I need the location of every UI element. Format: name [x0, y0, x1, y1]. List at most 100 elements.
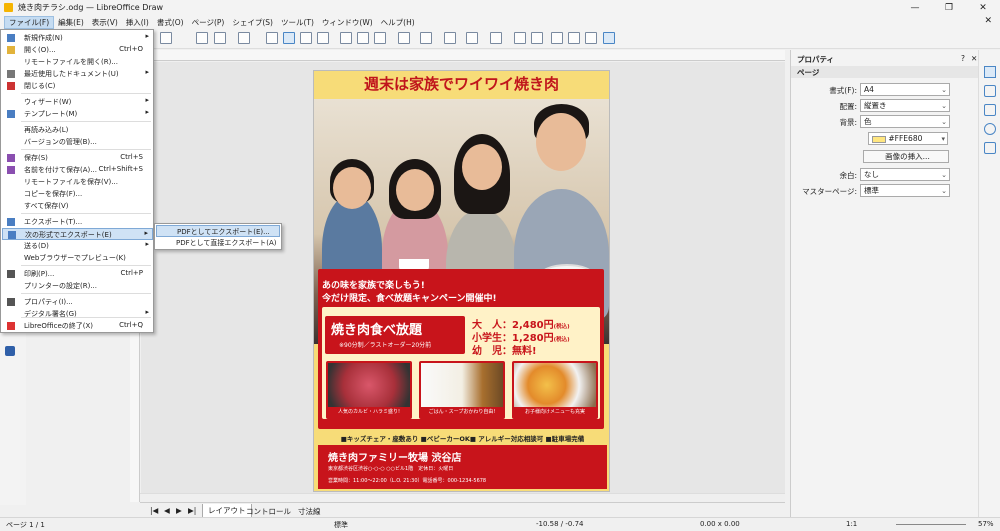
- zoom-icon[interactable]: [317, 32, 329, 44]
- menu-separator: [21, 265, 151, 266]
- paste-icon[interactable]: [160, 32, 172, 44]
- menu-window[interactable]: ウィンドウ(W): [318, 17, 377, 28]
- price-infant: 幼 児：無料!: [472, 346, 537, 357]
- insert-image-button[interactable]: 画像の挿入...: [863, 150, 949, 163]
- file-menu-item[interactable]: すべて保存(V): [2, 200, 153, 212]
- styles-tab-icon[interactable]: [984, 85, 996, 97]
- file-menu-item[interactable]: 名前を付けて保存(A)... Ctrl+Shift+S: [2, 164, 153, 176]
- gallery-tab-icon[interactable]: [984, 104, 996, 116]
- file-menu-item[interactable]: Webブラウザーでプレビュー(K): [2, 252, 153, 264]
- file-menu-item[interactable]: 送る(D) ▸: [2, 240, 153, 252]
- fontwork-icon[interactable]: [398, 32, 410, 44]
- insert-image-icon[interactable]: [340, 32, 352, 44]
- file-menu-item[interactable]: 再読み込み(L): [2, 124, 153, 136]
- file-menu-item[interactable]: デジタル署名(G) ▸: [2, 308, 153, 320]
- save-icon: [7, 154, 15, 162]
- file-menu-item[interactable]: プロパティ(I)...: [2, 296, 153, 308]
- zoom-pan-icon[interactable]: [300, 32, 312, 44]
- file-menu-item[interactable]: プリンターの設定(R)...: [2, 280, 153, 292]
- points-icon[interactable]: [551, 32, 563, 44]
- tab-controls[interactable]: コントロール: [246, 506, 291, 517]
- menu-file[interactable]: ファイル(F): [4, 15, 55, 29]
- export-pdf-item[interactable]: PDFとしてエクスポート(E)...: [156, 225, 280, 237]
- format-select[interactable]: A4 ⌄: [860, 83, 950, 96]
- clone-format-icon[interactable]: [196, 32, 208, 44]
- shapes-tab-icon[interactable]: [984, 142, 996, 154]
- next-page-icon[interactable]: ▶: [176, 506, 182, 515]
- menu-item-label: 閉じる(C): [24, 82, 56, 90]
- close-document-icon[interactable]: ✕: [984, 16, 992, 26]
- close-button[interactable]: ✕: [966, 0, 1000, 15]
- menu-item-label: リモートファイルを保存(V)...: [24, 178, 118, 186]
- properties-tab-icon[interactable]: [984, 66, 996, 78]
- menu-tools[interactable]: ツール(T): [277, 17, 318, 28]
- crop-icon[interactable]: [514, 32, 526, 44]
- file-menu-item[interactable]: 保存(S) Ctrl+S: [2, 152, 153, 164]
- helplines-icon[interactable]: [283, 32, 295, 44]
- features-line: ■キッズチェア・座敷あり ■ベビーカーOK■ アレルギー対応相談可 ■駐車場完備: [340, 435, 585, 443]
- redo-icon[interactable]: [238, 32, 250, 44]
- prev-page-icon[interactable]: ◀: [164, 506, 170, 515]
- toggle-extrusion-icon[interactable]: [585, 32, 597, 44]
- menu-item-label: 再読み込み(L): [24, 126, 69, 134]
- menu-edit[interactable]: 編集(E): [54, 17, 88, 28]
- arrange-icon[interactable]: [466, 32, 478, 44]
- file-menu-item[interactable]: 閉じる(C): [2, 80, 153, 92]
- file-menu-item[interactable]: エクスポート(T)...: [2, 216, 153, 228]
- zoom-slider[interactable]: [896, 524, 966, 525]
- tab-layout[interactable]: レイアウト: [202, 504, 252, 518]
- menu-help[interactable]: ヘルプ(H): [377, 17, 419, 28]
- file-menu-item[interactable]: バージョンの管理(B)...: [2, 136, 153, 148]
- menu-insert[interactable]: 挿入(I): [122, 17, 153, 28]
- undo-icon[interactable]: [214, 32, 226, 44]
- menu-format[interactable]: 書式(O): [153, 17, 188, 28]
- filter-icon[interactable]: [531, 32, 543, 44]
- background-select[interactable]: 色 ⌄: [860, 115, 950, 128]
- file-menu-item[interactable]: リモートファイルを開く(R)...: [2, 56, 153, 68]
- file-menu-item[interactable]: 次の形式でエクスポート(E) ▸: [2, 228, 153, 240]
- insert-chart-icon[interactable]: [357, 32, 369, 44]
- menu-shape[interactable]: シェイプ(S): [228, 17, 277, 28]
- file-menu-item[interactable]: テンプレート(M) ▸: [2, 108, 153, 120]
- special-character-icon[interactable]: [374, 32, 386, 44]
- menu-item-label: コピーを保存(F)...: [24, 190, 83, 198]
- flyer-page[interactable]: 週末は家族でワイワイ焼き肉 あの味を家族で楽しもう! 今だけ限定、食べ放題キャン…: [313, 70, 610, 492]
- glue-points-icon[interactable]: [568, 32, 580, 44]
- last-page-icon[interactable]: ▶|: [188, 506, 196, 515]
- file-menu-item[interactable]: リモートファイルを保存(V)...: [2, 176, 153, 188]
- file-menu-item[interactable]: 開く(O)... Ctrl+O: [2, 44, 153, 56]
- tab-dimensions[interactable]: 寸法線: [298, 506, 321, 517]
- orientation-select[interactable]: 縦置き ⌄: [860, 99, 950, 112]
- shadow-icon[interactable]: [490, 32, 502, 44]
- show-draw-functions-icon[interactable]: [603, 32, 615, 44]
- menu-page[interactable]: ページ(P): [188, 17, 229, 28]
- navigator-tab-icon[interactable]: [984, 123, 996, 135]
- color-picker[interactable]: #FFE680 ▾: [868, 132, 948, 145]
- transform-icon[interactable]: [420, 32, 432, 44]
- page-indicator: ページ 1 / 1: [6, 521, 45, 529]
- shapes-icon[interactable]: [5, 346, 15, 356]
- minimize-button[interactable]: —: [898, 0, 932, 15]
- horizontal-scrollbar[interactable]: [140, 493, 785, 502]
- zoom-level[interactable]: 57%: [978, 520, 994, 528]
- align-icon[interactable]: [444, 32, 456, 44]
- file-menu-item[interactable]: 印刷(P)... Ctrl+P: [2, 268, 153, 280]
- file-menu-item[interactable]: LibreOfficeの終了(X) Ctrl+Q: [2, 320, 153, 332]
- file-menu-item[interactable]: コピーを保存(F)...: [2, 188, 153, 200]
- plan-note: ※90分制／ラストオーダー20分前: [339, 342, 432, 349]
- sidebar-help-icon[interactable]: ?: [961, 54, 965, 63]
- file-menu-item[interactable]: ウィザード(W) ▸: [2, 96, 153, 108]
- file-menu-item[interactable]: 新規作成(N) ▸: [2, 32, 153, 44]
- food-card-kids: お子様向けメニューも充実: [512, 361, 598, 419]
- section-header[interactable]: ページ: [791, 66, 979, 78]
- sidebar-close-icon[interactable]: ✕: [971, 54, 977, 63]
- title-bar: 焼き肉チラシ.odg — LibreOffice Draw — ❐ ✕: [0, 0, 1000, 15]
- first-page-icon[interactable]: |◀: [150, 506, 158, 515]
- grid-icon[interactable]: [266, 32, 278, 44]
- margin-select[interactable]: なし ⌄: [860, 168, 950, 181]
- master-page-select[interactable]: 標準 ⌄: [860, 184, 950, 197]
- file-menu-item[interactable]: 最近使用したドキュメント(U) ▸: [2, 68, 153, 80]
- maximize-button[interactable]: ❐: [932, 0, 966, 15]
- menu-view[interactable]: 表示(V): [88, 17, 122, 28]
- export-pdf-direct-item[interactable]: PDFとして直接エクスポート(A): [156, 237, 280, 249]
